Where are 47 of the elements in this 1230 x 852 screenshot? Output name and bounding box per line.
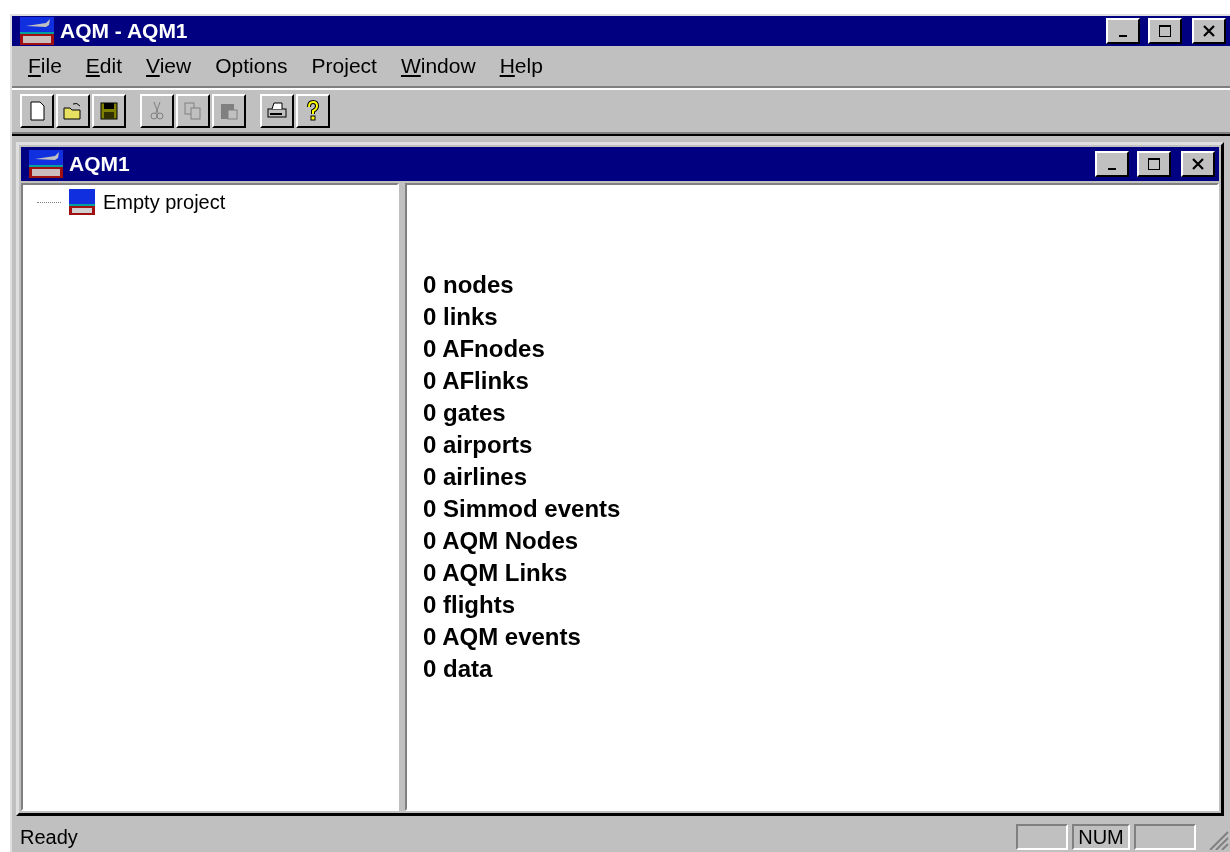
menu-item[interactable]: View — [134, 54, 204, 78]
project-icon — [69, 189, 95, 215]
app-logo-icon — [20, 17, 54, 45]
print-button[interactable] — [260, 94, 294, 128]
maximize-icon — [1158, 24, 1172, 38]
maximize-button[interactable] — [1137, 151, 1171, 177]
maximize-icon — [1147, 157, 1161, 171]
help-button[interactable] — [296, 94, 330, 128]
menu-item[interactable]: Help — [487, 54, 555, 78]
close-icon — [1191, 157, 1205, 171]
minimize-button[interactable] — [1106, 18, 1140, 44]
count-text: 0 links — [423, 302, 498, 332]
count-text: 0 Simmod events — [423, 494, 621, 524]
status-text: Ready — [20, 825, 79, 849]
window-title: AQM - AQM1 — [60, 19, 189, 43]
count-text: 0 nodes — [423, 270, 514, 300]
child-window-title: AQM1 — [69, 152, 131, 176]
menu-item[interactable]: File — [16, 54, 74, 78]
count-text: 0 gates — [423, 398, 506, 428]
count-text: 0 AQM Links — [423, 558, 568, 588]
num-lock-indicator: NUM — [1072, 824, 1130, 850]
menu-item[interactable]: Window — [388, 54, 488, 78]
menu-item[interactable]: Project — [299, 54, 389, 78]
count-text: 0 AFnodes — [423, 334, 545, 364]
tree-item[interactable]: Empty project — [103, 190, 226, 214]
open-button[interactable] — [56, 94, 90, 128]
close-button[interactable] — [1181, 151, 1215, 177]
status-pane — [1016, 824, 1068, 850]
close-button[interactable] — [1192, 18, 1226, 44]
count-text: 0 airlines — [423, 462, 528, 492]
minimize-button[interactable] — [1095, 151, 1129, 177]
menu-item[interactable]: Options — [203, 54, 300, 78]
count-text: 0 AFlinks — [423, 366, 529, 396]
minimize-icon — [1119, 35, 1127, 37]
new-button[interactable] — [20, 94, 54, 128]
app-logo-icon — [29, 150, 63, 178]
count-text: 0 AQM events — [423, 622, 581, 652]
save-button[interactable] — [92, 94, 126, 128]
close-icon — [1202, 24, 1216, 38]
count-text: 0 data — [423, 654, 493, 684]
status-pane — [1134, 824, 1196, 850]
count-text: 0 airports — [423, 430, 533, 460]
menu-item[interactable]: Edit — [73, 54, 135, 78]
count-text: 0 AQM Nodes — [423, 526, 579, 556]
maximize-button[interactable] — [1148, 18, 1182, 44]
minimize-icon — [1108, 168, 1116, 170]
count-text: 0 flights — [423, 590, 515, 620]
